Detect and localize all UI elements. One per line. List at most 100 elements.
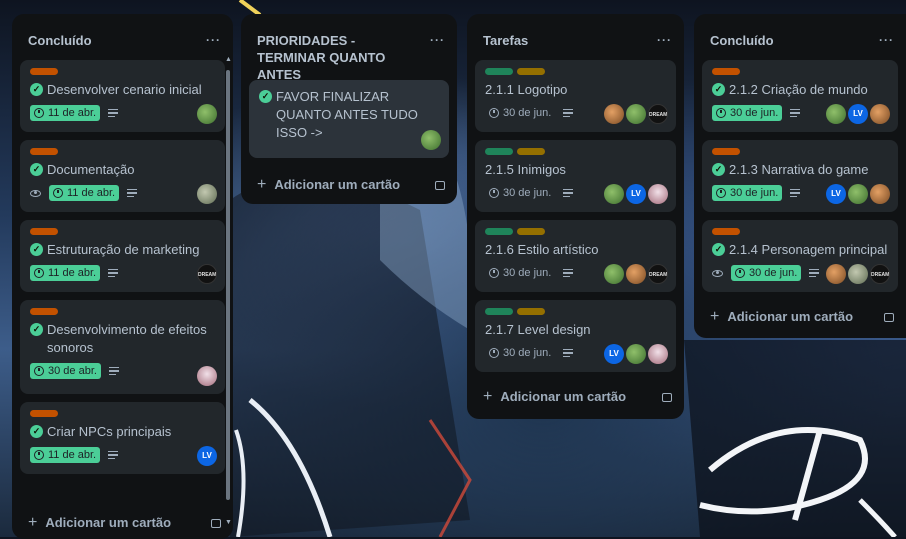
member-avatar[interactable]: DREAM: [870, 264, 890, 284]
label-green[interactable]: [485, 228, 513, 235]
card[interactable]: 2.1.5 Inimigos 30 de jun. LV: [475, 140, 676, 212]
card-template-icon[interactable]: [884, 312, 894, 322]
label-orange[interactable]: [712, 68, 740, 75]
member-avatar[interactable]: [604, 104, 624, 124]
complete-check-icon[interactable]: ✓: [30, 83, 43, 96]
complete-check-icon[interactable]: ✓: [712, 83, 725, 96]
member-avatar[interactable]: [197, 366, 217, 386]
label-orange[interactable]: [30, 68, 58, 75]
list-title[interactable]: Concluído: [710, 32, 774, 49]
card-template-icon[interactable]: [662, 392, 672, 402]
card[interactable]: ✓ FAVOR FINALIZAR QUANTO ANTES TUDO ISSO …: [249, 80, 449, 158]
member-avatar[interactable]: LV: [626, 184, 646, 204]
card-template-icon[interactable]: [211, 518, 221, 528]
label-green[interactable]: [485, 308, 513, 315]
list-title[interactable]: PRIORIDADES - TERMINAR QUANTO ANTES: [257, 32, 417, 83]
card-labels[interactable]: [712, 228, 890, 235]
due-date-badge[interactable]: 30 de jun.: [712, 105, 783, 121]
add-card-button[interactable]: + Adicionar um cartão: [710, 308, 894, 326]
card[interactable]: ✓ Criar NPCs principais 11 de abr. LV: [20, 402, 225, 474]
list-title[interactable]: Concluído: [28, 32, 92, 49]
member-avatar[interactable]: [197, 184, 217, 204]
card-labels[interactable]: [485, 68, 668, 75]
complete-check-icon[interactable]: ✓: [712, 243, 725, 256]
scroll-up-icon[interactable]: ▲: [225, 56, 232, 63]
member-avatar[interactable]: [604, 184, 624, 204]
due-date-badge[interactable]: 30 de jun.: [712, 185, 783, 201]
scrollbar-thumb[interactable]: [226, 70, 230, 500]
member-avatar[interactable]: DREAM: [648, 104, 668, 124]
card-labels[interactable]: [30, 410, 217, 417]
label-yellow[interactable]: [517, 228, 545, 235]
due-date-badge[interactable]: 30 de abr.: [30, 363, 101, 379]
card-labels[interactable]: [485, 148, 668, 155]
complete-check-icon[interactable]: ✓: [712, 163, 725, 176]
list-menu-icon[interactable]: ···: [206, 32, 221, 49]
member-avatar[interactable]: [826, 264, 846, 284]
add-card-button[interactable]: + Adicionar um cartão: [28, 514, 221, 532]
card[interactable]: 2.1.6 Estilo artístico 30 de jun. DREAM: [475, 220, 676, 292]
member-avatar[interactable]: [197, 104, 217, 124]
label-yellow[interactable]: [517, 148, 545, 155]
complete-check-icon[interactable]: ✓: [30, 243, 43, 256]
due-date-badge[interactable]: 30 de jun.: [485, 185, 555, 201]
card[interactable]: ✓ Estruturação de marketing 11 de abr. DREA…: [20, 220, 225, 292]
member-avatar[interactable]: [626, 104, 646, 124]
member-avatar[interactable]: [848, 264, 868, 284]
label-orange[interactable]: [30, 308, 58, 315]
member-avatar[interactable]: DREAM: [197, 264, 217, 284]
card[interactable]: 2.1.7 Level design 30 de jun. LV: [475, 300, 676, 372]
member-avatar[interactable]: [870, 184, 890, 204]
card[interactable]: ✓ 2.1.4 Personagem principal 30 de jun. DRE…: [702, 220, 898, 292]
complete-check-icon[interactable]: ✓: [30, 323, 43, 336]
due-date-badge[interactable]: 30 de jun.: [485, 345, 555, 361]
add-card-button[interactable]: + Adicionar um cartão: [483, 388, 672, 406]
complete-check-icon[interactable]: ✓: [30, 163, 43, 176]
member-avatar[interactable]: LV: [848, 104, 868, 124]
label-orange[interactable]: [712, 228, 740, 235]
label-orange[interactable]: [30, 148, 58, 155]
list-scrollbar[interactable]: ▲ ▼: [225, 56, 232, 526]
card-labels[interactable]: [30, 148, 217, 155]
label-green[interactable]: [485, 68, 513, 75]
card-labels[interactable]: [30, 68, 217, 75]
member-avatar[interactable]: [848, 184, 868, 204]
card[interactable]: 2.1.1 Logotipo 30 de jun. DREAM: [475, 60, 676, 132]
scroll-down-icon[interactable]: ▼: [225, 519, 232, 526]
member-avatar[interactable]: [826, 104, 846, 124]
member-avatar[interactable]: [626, 344, 646, 364]
label-yellow[interactable]: [517, 308, 545, 315]
card-labels[interactable]: [30, 308, 217, 315]
card[interactable]: ✓ Desenvolver cenario inicial 11 de abr.: [20, 60, 225, 132]
card[interactable]: ✓ 2.1.2 Criação de mundo 30 de jun. LV: [702, 60, 898, 132]
list-menu-icon[interactable]: ···: [430, 32, 445, 49]
due-date-badge[interactable]: 11 de abr.: [49, 185, 120, 201]
card-labels[interactable]: [485, 308, 668, 315]
member-avatar[interactable]: LV: [826, 184, 846, 204]
card-labels[interactable]: [712, 148, 890, 155]
card-template-icon[interactable]: [435, 180, 445, 190]
member-avatar[interactable]: [421, 130, 441, 150]
label-orange[interactable]: [712, 148, 740, 155]
list-menu-icon[interactable]: ···: [657, 32, 672, 49]
due-date-badge[interactable]: 30 de jun.: [485, 105, 555, 121]
due-date-badge[interactable]: 11 de abr.: [30, 447, 101, 463]
member-avatar[interactable]: [870, 104, 890, 124]
label-orange[interactable]: [30, 410, 58, 417]
member-avatar[interactable]: [626, 264, 646, 284]
list-title[interactable]: Tarefas: [483, 32, 528, 49]
due-date-badge[interactable]: 11 de abr.: [30, 105, 101, 121]
member-avatar[interactable]: LV: [197, 446, 217, 466]
complete-check-icon[interactable]: ✓: [259, 90, 272, 103]
label-yellow[interactable]: [517, 68, 545, 75]
list-menu-icon[interactable]: ···: [879, 32, 894, 49]
card[interactable]: ✓ Desenvolvimento de efeitos sonoros 30 de…: [20, 300, 225, 394]
card-labels[interactable]: [485, 228, 668, 235]
card[interactable]: ✓ 2.1.3 Narrativa do game 30 de jun. LV: [702, 140, 898, 212]
add-card-button[interactable]: + Adicionar um cartão: [257, 176, 445, 194]
due-date-badge[interactable]: 11 de abr.: [30, 265, 101, 281]
member-avatar[interactable]: [604, 264, 624, 284]
card-labels[interactable]: [30, 228, 217, 235]
due-date-badge[interactable]: 30 de jun.: [731, 265, 802, 281]
member-avatar[interactable]: [648, 344, 668, 364]
